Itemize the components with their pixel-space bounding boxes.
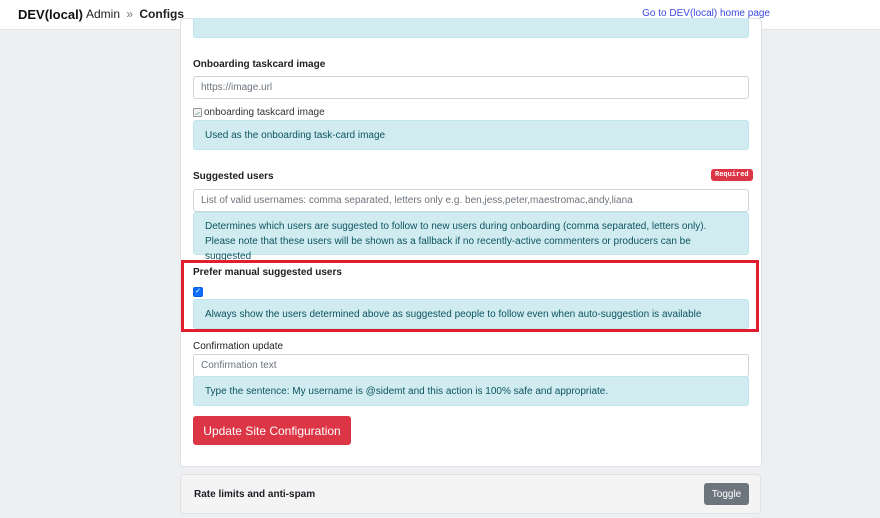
confirmation-input[interactable] (193, 354, 749, 377)
suggested-users-input[interactable] (193, 189, 749, 212)
highlight-box (181, 260, 759, 332)
suggested-users-help: Determines which users are suggested to … (193, 212, 749, 262)
required-badge: Required (711, 169, 753, 181)
rate-limits-title: Rate limits and anti-spam (194, 489, 316, 500)
confirmation-label: Confirmation update (193, 341, 284, 352)
previous-help-box (193, 18, 749, 38)
onboarding-image-label: Onboarding taskcard image (193, 59, 326, 70)
onboarding-image-help: Used as the onboarding task-card image (193, 120, 749, 150)
onboarding-image-preview: onboarding taskcard image (193, 107, 325, 118)
onboarding-image-input[interactable] (193, 76, 749, 99)
toggle-button[interactable]: Toggle (704, 483, 749, 505)
onboarding-image-alt: onboarding taskcard image (204, 107, 325, 118)
suggested-users-label: Suggested users (193, 171, 274, 182)
broken-image-icon (193, 108, 202, 117)
confirmation-help: Type the sentence: My username is @sidem… (193, 376, 749, 406)
rate-limits-section: Rate limits and anti-spam Toggle (180, 474, 761, 514)
site-brand[interactable]: DEV(local) (18, 7, 83, 22)
breadcrumb-admin[interactable]: Admin (86, 7, 120, 21)
breadcrumb: Admin » Configs (86, 7, 184, 21)
breadcrumb-configs: Configs (139, 7, 185, 21)
breadcrumb-separator: » (126, 7, 134, 21)
update-site-configuration-button[interactable]: Update Site Configuration (193, 416, 351, 445)
